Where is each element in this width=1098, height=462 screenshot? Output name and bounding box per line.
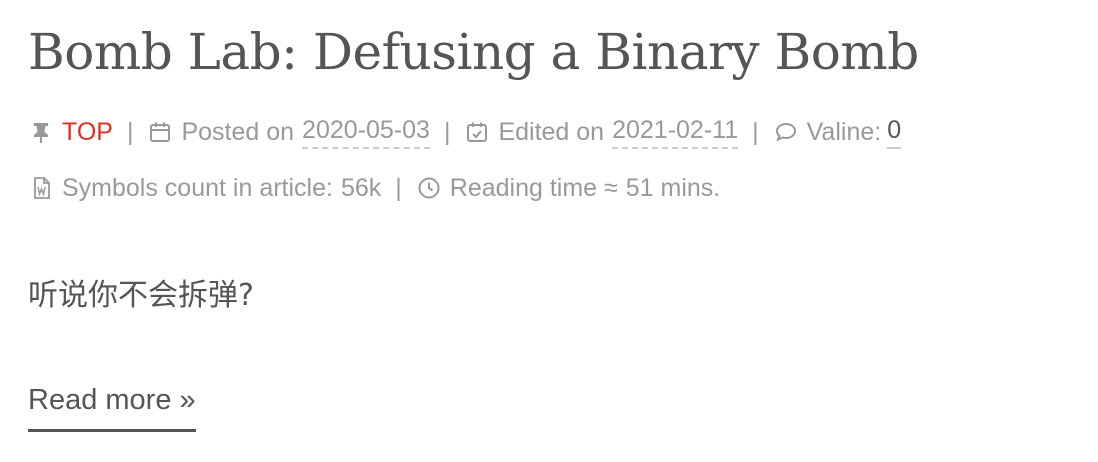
post-excerpt: 听说你不会拆弹? [28, 278, 254, 313]
read-more-link[interactable]: Read more » [28, 384, 196, 432]
reading-time-label: Reading time ≈ [449, 173, 618, 202]
post-meta-primary: TOP | Posted on 2020-05-03 | Edited on 2… [28, 112, 902, 152]
post-meta-secondary: Symbols count in article: 56k | Reading … [28, 168, 720, 208]
file-word-icon [28, 175, 54, 201]
meta-divider: | [443, 117, 451, 146]
calendar-icon [147, 119, 173, 145]
comments-count-link[interactable]: 0 [887, 116, 902, 149]
post-symbols-count: Symbols count in article: 56k [28, 174, 381, 203]
post-block: Bomb Lab: Defusing a Binary Bomb TOP | P… [0, 0, 1098, 462]
posted-date: 2020-05-03 [302, 116, 430, 149]
meta-divider: | [126, 117, 134, 146]
comments-label: Valine: [806, 117, 882, 146]
edited-date: 2021-02-11 [612, 116, 739, 149]
comment-icon [773, 119, 799, 145]
meta-divider: | [752, 117, 759, 146]
posted-on-label: Posted on [181, 117, 295, 146]
post-posted-on: Posted on 2020-05-03 [147, 116, 430, 149]
edited-on-label: Edited on [498, 117, 605, 146]
calendar-check-icon [464, 119, 490, 145]
reading-time-value: 51 mins. [625, 173, 721, 202]
post-comments: Valine: 0 [773, 116, 902, 149]
sticky-top-label: TOP [62, 117, 113, 146]
meta-divider: | [395, 173, 402, 202]
post-edited-on: Edited on 2021-02-11 [464, 116, 739, 149]
symbols-count-label: Symbols count in article: [62, 173, 333, 202]
thumbtack-icon [28, 119, 54, 145]
post-reading-time: Reading time ≈ 51 mins. [416, 174, 720, 203]
post-title-link[interactable]: Bomb Lab: Defusing a Binary Bomb [28, 22, 919, 82]
symbols-count-value: 56k [340, 173, 382, 202]
clock-icon [416, 175, 442, 201]
post-sticky: TOP [28, 118, 113, 147]
